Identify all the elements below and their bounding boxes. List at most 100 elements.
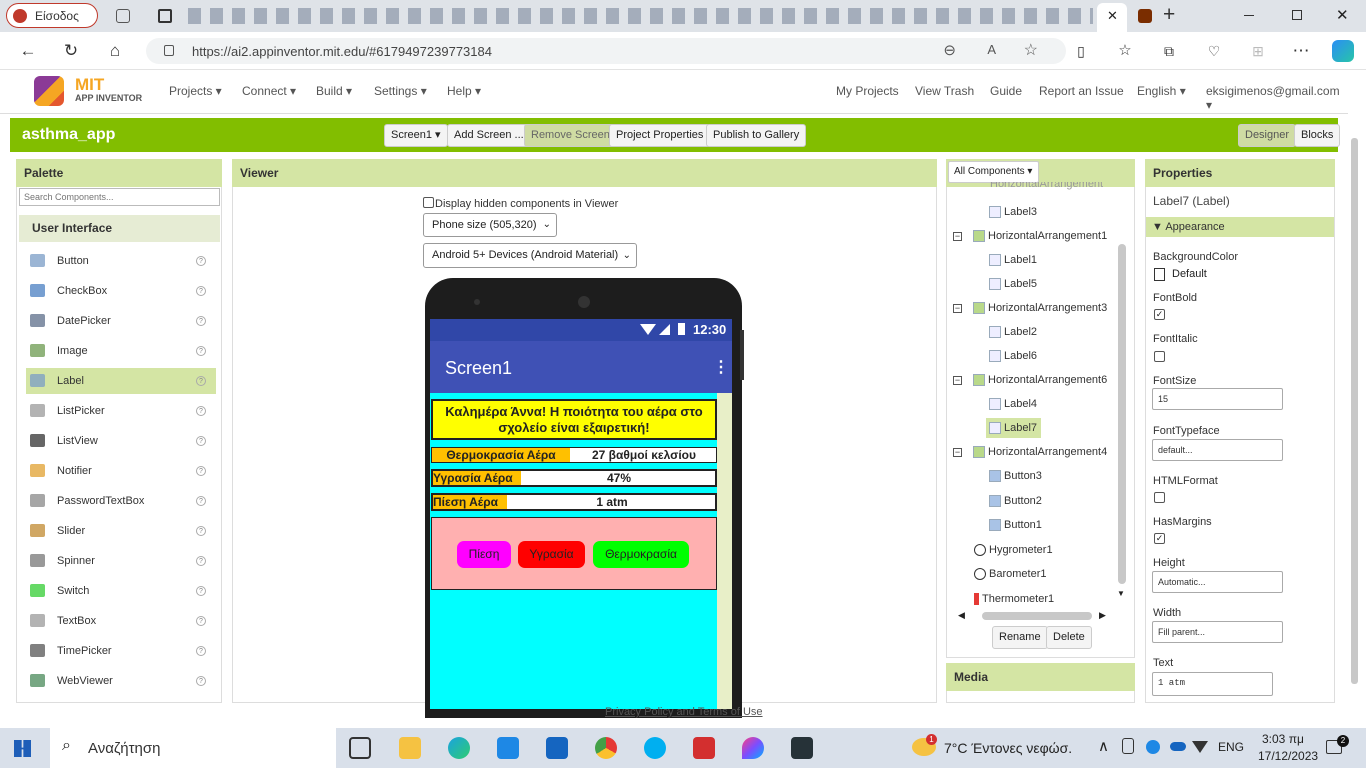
tab-actions-icon[interactable] [116,9,130,23]
scroll-down-icon[interactable]: ▼ [1117,589,1125,598]
palette-item-datepicker[interactable]: DatePicker? [26,308,216,334]
menu-connect[interactable]: Connect ▾ [242,84,296,98]
app-icon[interactable] [791,737,813,759]
palette-search-input[interactable] [19,188,220,206]
prop-text-input[interactable]: 1 atm [1152,672,1273,696]
palette-item-notifier[interactable]: Notifier? [26,458,216,484]
page-scrollbar[interactable] [1351,138,1358,684]
help-icon[interactable]: ? [196,346,206,356]
pressure-button[interactable]: Πίεση [457,541,511,568]
temperature-button[interactable]: Θερμοκρασία [593,541,689,568]
collapse-toggle-icon[interactable]: − [953,448,962,457]
link-view-trash[interactable]: View Trash [915,84,974,98]
prop-bgcolor-value[interactable]: Default [1172,268,1207,280]
blocks-button[interactable]: Blocks [1294,124,1341,147]
publish-gallery-button[interactable]: Publish to Gallery [706,124,807,147]
temperature-row[interactable]: Θερμοκρασία Αέρα 27 βαθμοί κελσίου [431,447,717,463]
edge-icon[interactable] [448,737,470,759]
prop-bgcolor-swatch[interactable] [1154,268,1165,281]
tree-item-label4[interactable]: Label4 [989,394,1037,414]
humidity-row[interactable]: Υγρασία Αέρα 47% [431,469,717,487]
tree-item-horizontalarrangement3[interactable]: HorizontalArrangement3 [973,298,1107,318]
tree-item-label6[interactable]: Label6 [989,346,1037,366]
link-guide[interactable]: Guide [990,84,1022,98]
close-window-icon[interactable]: ✕ [1336,6,1349,24]
scroll-right-icon[interactable]: ▶ [1099,610,1106,621]
task-view-icon[interactable] [349,737,371,759]
palette-item-passwordtextbox[interactable]: PasswordTextBox? [26,488,216,514]
tree-hscrollbar[interactable] [982,612,1092,620]
prop-fontitalic-checkbox[interactable] [1154,351,1165,362]
privacy-link[interactable]: Privacy Policy and Terms of Use [605,706,763,718]
palette-item-spinner[interactable]: Spinner? [26,548,216,574]
tree-item-horizontalarrangement1[interactable]: HorizontalArrangement1 [973,226,1107,246]
collapse-toggle-icon[interactable]: − [953,376,962,385]
link-report-issue[interactable]: Report an Issue [1039,84,1124,98]
prop-height-input[interactable]: Automatic... [1152,571,1283,593]
tree-item-label3[interactable]: Label3 [989,202,1037,222]
palette-item-webviewer[interactable]: WebViewer? [26,668,216,694]
menu-settings[interactable]: Settings ▾ [374,84,427,98]
help-icon[interactable]: ? [196,616,206,626]
palette-item-textbox[interactable]: TextBox? [26,608,216,634]
minimize-icon[interactable] [1244,15,1254,16]
help-icon[interactable]: ? [196,376,206,386]
rename-button[interactable]: Rename [992,626,1048,649]
appearance-section[interactable]: ▼ Appearance [1146,217,1334,237]
greeting-label[interactable]: Καλημέρα Άννα! Η ποιότητα του αέρα στο σ… [431,399,717,440]
prop-fontsize-input[interactable]: 15 [1152,388,1283,410]
tree-vscrollbar[interactable] [1118,244,1126,584]
prop-fontbold-checkbox[interactable]: ✓ [1154,309,1165,320]
new-tab-icon[interactable]: + [1163,3,1175,27]
scroll-left-icon[interactable]: ◀ [958,610,965,621]
tree-item-hygrometer1[interactable]: Hygrometer1 [974,540,1053,560]
skype-icon[interactable] [644,737,666,759]
help-icon[interactable]: ? [196,466,206,476]
palette-item-label[interactable]: Label? [26,368,216,394]
tree-item-horizontalarrangement6[interactable]: HorizontalArrangement6 [973,370,1107,390]
split-screen-icon[interactable]: ▯ [1070,40,1092,62]
tree-item-button2[interactable]: Button2 [989,491,1042,511]
clock-date[interactable]: 17/12/2023 [1258,749,1318,763]
menu-help[interactable]: Help ▾ [447,84,481,98]
tree-item-horizontalarrangement4[interactable]: HorizontalArrangement4 [973,442,1107,462]
help-icon[interactable]: ? [196,496,206,506]
windows-start-icon[interactable] [14,740,31,757]
help-icon[interactable]: ? [196,316,206,326]
palette-item-image[interactable]: Image? [26,338,216,364]
help-icon[interactable]: ? [196,256,206,266]
add-screen-button[interactable]: Add Screen ... [447,124,531,147]
onedrive-icon[interactable] [1170,742,1186,751]
copilot-icon[interactable] [1332,40,1354,62]
components-filter-select[interactable]: All Components ▾ [948,161,1039,183]
pressure-row[interactable]: Πίεση Αέρα 1 atm [431,493,717,511]
weather-text[interactable]: 7°C Έντονες νεφώσ. [944,740,1072,756]
favorites-icon[interactable]: ☆ [1114,40,1136,62]
tree-item-label5[interactable]: Label5 [989,274,1037,294]
menu-language[interactable]: English ▾ [1137,84,1186,98]
zoom-icon[interactable]: ⊖ [943,41,956,59]
acrobat-icon[interactable] [693,737,715,759]
prop-typeface-input[interactable]: default... [1152,439,1283,461]
delete-button[interactable]: Delete [1046,626,1092,649]
tab-eisodos[interactable]: Είσοδος [6,3,98,28]
help-icon[interactable]: ? [196,646,206,656]
palette-item-checkbox[interactable]: CheckBox? [26,278,216,304]
tree-item-barometer1[interactable]: Barometer1 [974,564,1046,584]
menu-account[interactable]: eksigimenos@gmail.com ▾ [1206,84,1348,112]
project-properties-button[interactable]: Project Properties [609,124,711,147]
taskbar-search[interactable]: ⌕ Αναζήτηση [50,728,336,768]
tree-item-button1[interactable]: Button1 [989,515,1042,535]
browser-essentials-icon[interactable]: ♡ [1203,40,1225,62]
favorite-star-icon[interactable]: ☆ [1024,40,1038,60]
palette-item-slider[interactable]: Slider? [26,518,216,544]
tree-item-thermometer1[interactable]: Thermometer1 [974,589,1054,609]
vertical-tabs-icon[interactable] [158,9,172,23]
palette-item-switch[interactable]: Switch? [26,578,216,604]
mail-icon[interactable] [546,737,568,759]
collapse-toggle-icon[interactable]: − [953,304,962,313]
palette-item-listpicker[interactable]: ListPicker? [26,398,216,424]
help-icon[interactable]: ? [196,286,206,296]
hidden-components-checkbox[interactable] [423,197,434,208]
pinned-tabs-strip[interactable] [188,8,1093,24]
